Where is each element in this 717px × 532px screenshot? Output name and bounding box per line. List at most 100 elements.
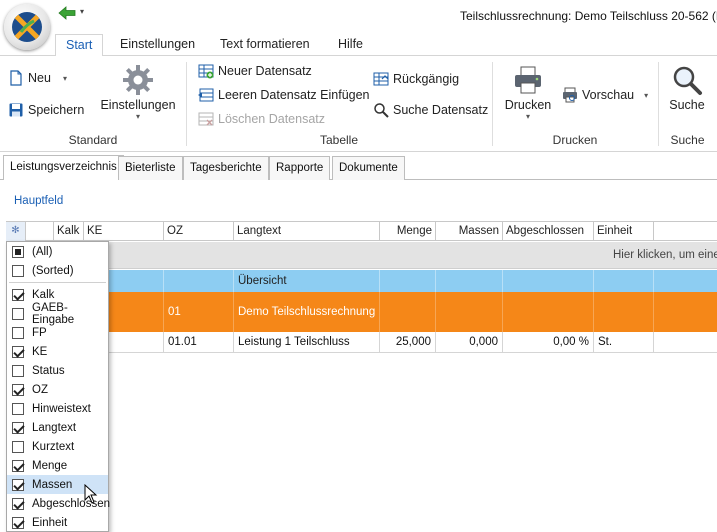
checkbox[interactable] [12,264,24,277]
cell-einheit [594,292,654,332]
cell-langtext: Demo Teilschlussrechnung [234,292,380,332]
chooser-item[interactable]: Menge [7,456,108,475]
cell-oz: 01.01 [164,332,234,353]
chooser-item[interactable]: OZ [7,380,108,399]
column-header-massen[interactable]: Massen [436,222,503,241]
column-header-ke[interactable]: KE [84,222,164,241]
checkbox[interactable] [12,459,24,472]
mouse-cursor-icon [84,483,98,504]
checkbox[interactable] [12,307,24,320]
tab-hilfe[interactable]: Hilfe [328,34,373,56]
undo-button[interactable]: Rückgängig [373,71,459,87]
hauptfeld-link[interactable]: Hauptfeld [14,195,63,207]
tab-rapporte[interactable]: Rapporte [269,156,331,180]
chooser-item-all[interactable]: (All) [7,242,108,261]
new-button[interactable]: Neu ▾ [8,70,67,86]
search-record-button[interactable]: Suche Datensatz [373,102,488,118]
column-header-einheit[interactable]: Einheit [594,222,654,241]
insert-empty-record-button[interactable]: Leeren Datensatz Einfügen [198,87,370,103]
column-chooser-icon[interactable]: ✻ [6,222,26,241]
column-header-oz[interactable]: OZ [164,222,234,241]
preview-dropdown-icon[interactable]: ▾ [644,91,648,100]
print-button[interactable]: Drucken ▾ [502,64,554,121]
table-row[interactable]: 01 Demo Teilschlussrechnung [6,292,717,332]
group-label-standard: Standard [68,133,118,147]
chooser-item[interactable]: Langtext [7,418,108,437]
column-header-langtext[interactable]: Langtext [234,222,380,241]
cell-einheit: St. [594,332,654,353]
tab-start[interactable]: Start [55,34,104,57]
checkbox[interactable] [12,326,24,339]
checkbox[interactable] [12,421,24,434]
table-row[interactable]: Übersicht [6,270,717,292]
preview-label: Vorschau [582,88,635,102]
chooser-item[interactable]: KE [7,342,108,361]
cell-oz: 01 [164,292,234,332]
cell-menge [380,270,436,292]
checkbox[interactable] [12,345,24,358]
column-header-menge[interactable]: Menge [380,222,436,241]
chooser-item-label: OZ [32,383,48,396]
checkbox[interactable] [12,497,24,510]
column-header-abgeschlossen[interactable]: Abgeschlossen [503,222,594,241]
tab-einstellungen[interactable]: Einstellungen [110,34,205,56]
checkbox[interactable] [12,440,24,453]
app-logo-icon[interactable] [4,4,50,50]
cell-massen: 0,000 [436,332,503,353]
new-dropdown-icon[interactable]: ▾ [63,74,67,83]
settings-dropdown-icon[interactable]: ▾ [100,112,176,121]
gear-icon [100,64,176,98]
printer-icon [502,64,554,98]
checkbox[interactable] [12,516,24,529]
column-header-kalk[interactable]: Kalk [54,222,84,241]
chooser-item-sorted[interactable]: (Sorted) [7,261,108,280]
tab-text-formatieren[interactable]: Text formatieren [210,34,320,56]
chooser-item-label: Menge [32,459,68,472]
checkbox[interactable] [12,383,24,396]
chooser-item-label: Status [32,364,65,377]
cell-abgeschlossen [503,292,594,332]
save-button[interactable]: Speichern [8,102,84,118]
group-by-hint: Hier klicken, um einen [613,249,717,261]
print-dropdown-icon[interactable]: ▾ [502,112,554,121]
column-header-blank[interactable] [26,222,54,241]
tab-bieterliste[interactable]: Bieterliste [118,156,183,180]
group-by-panel[interactable]: Hier klicken, um einen [6,242,717,269]
chooser-separator [9,282,106,283]
checkbox[interactable] [12,245,24,258]
back-arrow-icon[interactable] [58,6,76,20]
tab-leistungsverzeichnis[interactable]: Leistungsverzeichnis [3,155,124,180]
chooser-item[interactable]: Status [7,361,108,380]
checkbox[interactable] [12,364,24,377]
chooser-item-label: KE [32,345,48,358]
settings-button[interactable]: Einstellungen ▾ [100,64,176,121]
chooser-item-label: FP [32,326,47,339]
chooser-item[interactable]: Hinweistext [7,399,108,418]
chooser-item-label: Kalk [32,288,55,301]
chooser-item[interactable]: Kurztext [7,437,108,456]
cell-menge: 25,000 [380,332,436,353]
checkbox[interactable] [12,288,24,301]
table-row[interactable]: 01.01 Leistung 1 Teilschluss 25,000 0,00… [6,332,717,353]
chooser-item[interactable]: GAEB-Eingabe [7,302,108,326]
search-button[interactable]: Suche [664,64,710,112]
chooser-item[interactable]: FP [7,323,108,342]
checkbox[interactable] [12,478,24,491]
magnifier-icon [664,64,710,98]
insert-record-icon [198,87,214,103]
ribbon-tab-bar: Start Einstellungen Text formatieren Hil… [0,34,717,57]
cell-langtext: Leistung 1 Teilschluss [234,332,380,353]
checkbox[interactable] [12,402,24,415]
preview-button[interactable]: Vorschau ▾ [562,87,648,103]
delete-record-button[interactable]: Löschen Datensatz [198,111,325,127]
document-tab-bar: Leistungsverzeichnis Bieterliste Tagesbe… [0,153,717,180]
cell-abgeschlossen [503,270,594,292]
chooser-item-label: (All) [32,245,53,258]
tab-tagesberichte[interactable]: Tagesberichte [183,156,269,180]
quick-access-dropdown-icon[interactable]: ▾ [80,7,84,16]
save-icon [8,102,24,118]
chooser-item-label: Langtext [32,421,77,434]
new-record-button[interactable]: Neuer Datensatz [198,63,312,79]
tab-dokumente[interactable]: Dokumente [332,156,405,180]
chooser-item[interactable]: Einheit [7,513,108,532]
